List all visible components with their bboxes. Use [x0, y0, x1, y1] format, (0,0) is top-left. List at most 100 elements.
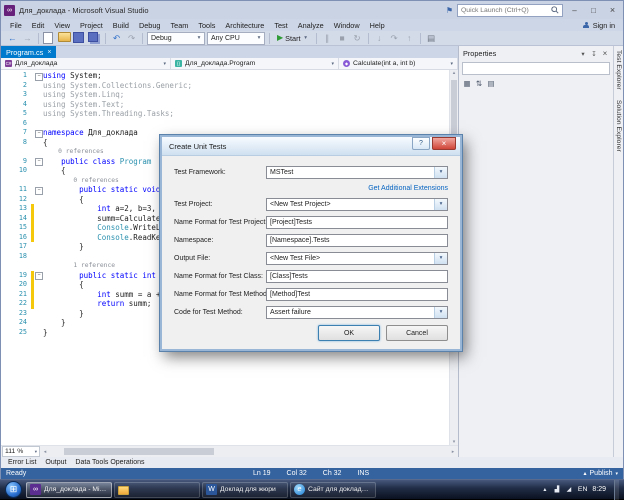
menu-debug[interactable]: Debug: [134, 21, 166, 30]
save-icon[interactable]: [73, 32, 86, 45]
taskbar-button-4[interactable]: Сайт для доклада п...: [290, 482, 376, 498]
scrollbar-thumb[interactable]: [64, 448, 214, 455]
properties-object-dropdown[interactable]: [462, 62, 610, 75]
maximize-button[interactable]: [586, 3, 601, 17]
menu-window[interactable]: Window: [329, 21, 365, 30]
output-file-select[interactable]: <New Test File>: [266, 252, 448, 265]
language-indicator[interactable]: EN: [578, 486, 587, 493]
property-pages-icon[interactable]: [487, 80, 495, 88]
restart-icon[interactable]: ↻: [351, 32, 364, 45]
solution-configurations-dropdown[interactable]: Debug▾: [147, 32, 205, 45]
menu-project[interactable]: Project: [75, 21, 108, 30]
namespace-input[interactable]: [Namespace].Tests: [266, 234, 448, 247]
stop-debugging-icon[interactable]: ■: [336, 32, 349, 45]
menu-build[interactable]: Build: [108, 21, 134, 30]
hidden-icons-icon[interactable]: [541, 486, 549, 494]
zoom-selector[interactable]: 111 % ▾: [2, 446, 40, 457]
tab-program-cs[interactable]: Program.cs: [1, 46, 56, 58]
scroll-up-icon[interactable]: [450, 70, 458, 76]
find-in-files-icon[interactable]: ▤: [425, 32, 438, 45]
taskbar-button-2[interactable]: [114, 482, 200, 498]
dialog-title-bar[interactable]: Create Unit Tests: [162, 137, 460, 156]
categorized-icon[interactable]: [463, 80, 471, 88]
scroll-down-icon[interactable]: [450, 439, 458, 445]
line-number: 1: [1, 71, 31, 81]
test-project-name-format-input[interactable]: [Project]Tests: [266, 216, 448, 229]
sign-in-link[interactable]: Sign in: [593, 21, 615, 30]
menu-team[interactable]: Team: [166, 21, 194, 30]
test-framework-select[interactable]: MSTest: [266, 166, 448, 179]
start-debugging-button[interactable]: ▶Start▾: [274, 32, 312, 45]
start-button[interactable]: [5, 481, 22, 498]
redo-icon[interactable]: ↷: [125, 32, 138, 45]
volume-icon[interactable]: [565, 486, 573, 494]
tab-data-tools-operations[interactable]: Data Tools Operations: [71, 459, 148, 466]
close-icon[interactable]: [601, 50, 609, 58]
test-class-name-format-input[interactable]: [Class]Tests: [266, 270, 448, 283]
break-all-icon[interactable]: ∥: [321, 32, 334, 45]
toolbar-items: ←→↶↷Debug▾Any CPU▾▶Start▾∥■↻↓↷↑▤: [6, 32, 438, 45]
taskbar-button-3[interactable]: Доклад для жюри: [202, 482, 288, 498]
new-file-icon[interactable]: [43, 32, 56, 45]
dropdown-arrow-icon[interactable]: [434, 307, 447, 318]
pin-icon[interactable]: [590, 50, 598, 58]
ok-button[interactable]: OK: [318, 325, 380, 341]
step-over-icon[interactable]: ↷: [388, 32, 401, 45]
side-tab-solution-explorer[interactable]: Solution Explorer: [615, 100, 622, 152]
step-into-icon[interactable]: ↓: [373, 32, 386, 45]
publish-button[interactable]: Publish: [584, 470, 619, 477]
dialog-close-button[interactable]: [432, 137, 456, 150]
type-dropdown[interactable]: Для_доклада.Program▾: [171, 58, 339, 69]
properties-grid[interactable]: [459, 90, 613, 457]
tab-output[interactable]: Output: [41, 459, 70, 466]
dropdown-arrow-icon[interactable]: [434, 253, 447, 264]
menu-help[interactable]: Help: [365, 21, 390, 30]
step-out-icon[interactable]: ↑: [403, 32, 416, 45]
dialog-help-button[interactable]: [412, 137, 430, 150]
close-button[interactable]: [605, 3, 620, 17]
outline-margin: [34, 318, 43, 328]
menu-test[interactable]: Test: [269, 21, 292, 30]
menu-edit[interactable]: Edit: [27, 21, 50, 30]
quick-launch-input[interactable]: Quick Launch (Ctrl+Q): [457, 4, 563, 17]
side-tab-test-explorer[interactable]: Test Explorer: [615, 50, 622, 90]
horizontal-scrollbar[interactable]: [50, 446, 448, 457]
menu-tools[interactable]: Tools: [193, 21, 220, 30]
open-file-icon[interactable]: [58, 32, 71, 45]
close-tab-icon[interactable]: [47, 49, 51, 56]
scroll-left-icon[interactable]: [40, 449, 50, 455]
save-all-icon[interactable]: [88, 32, 101, 45]
navigate-back-icon[interactable]: ←: [6, 32, 19, 45]
outline-margin: [34, 328, 43, 338]
alphabetical-icon[interactable]: [475, 80, 483, 88]
taskbar-button-1[interactable]: Для_доклада - Micro...: [26, 482, 112, 498]
project-dropdown[interactable]: Для_доклада▾: [1, 58, 171, 69]
menu-analyze[interactable]: Analyze: [293, 21, 329, 30]
menu-view[interactable]: View: [49, 21, 75, 30]
get-additional-extensions-link[interactable]: Get Additional Extensions: [368, 185, 448, 192]
test-project-select[interactable]: <New Test Project>: [266, 198, 448, 211]
show-desktop-button[interactable]: [614, 480, 619, 500]
test-method-code-select[interactable]: Assert failure: [266, 306, 448, 319]
test-method-name-format-input[interactable]: [Method]Test: [266, 288, 448, 301]
feedback-flag-icon[interactable]: [446, 6, 453, 15]
navigate-forward-icon[interactable]: →: [21, 32, 34, 45]
clock[interactable]: 8:29: [592, 486, 606, 493]
dropdown-arrow-icon[interactable]: [434, 167, 447, 178]
cancel-button[interactable]: Cancel: [386, 325, 448, 341]
menu-architecture[interactable]: Architecture: [220, 21, 269, 30]
member-dropdown[interactable]: Calculate(int a, int b)▾: [339, 58, 458, 69]
minimize-button[interactable]: [567, 3, 582, 17]
menu-file[interactable]: File: [5, 21, 27, 30]
network-icon[interactable]: [553, 486, 561, 494]
dropdown-arrow-icon[interactable]: [434, 199, 447, 210]
scroll-right-icon[interactable]: [448, 449, 458, 455]
properties-header[interactable]: Properties: [459, 46, 613, 61]
undo-icon[interactable]: ↶: [110, 32, 123, 45]
taskbar-buttons: Для_доклада - Micro... Доклад для жюриСай…: [25, 482, 377, 498]
tab-error-list[interactable]: Error List: [4, 459, 40, 466]
solution-platforms-dropdown[interactable]: Any CPU▾: [207, 32, 265, 45]
window-menu-icon[interactable]: [579, 50, 587, 58]
outline-margin: [34, 242, 43, 252]
windows-taskbar: Для_доклада - Micro... Доклад для жюриСай…: [0, 479, 624, 499]
